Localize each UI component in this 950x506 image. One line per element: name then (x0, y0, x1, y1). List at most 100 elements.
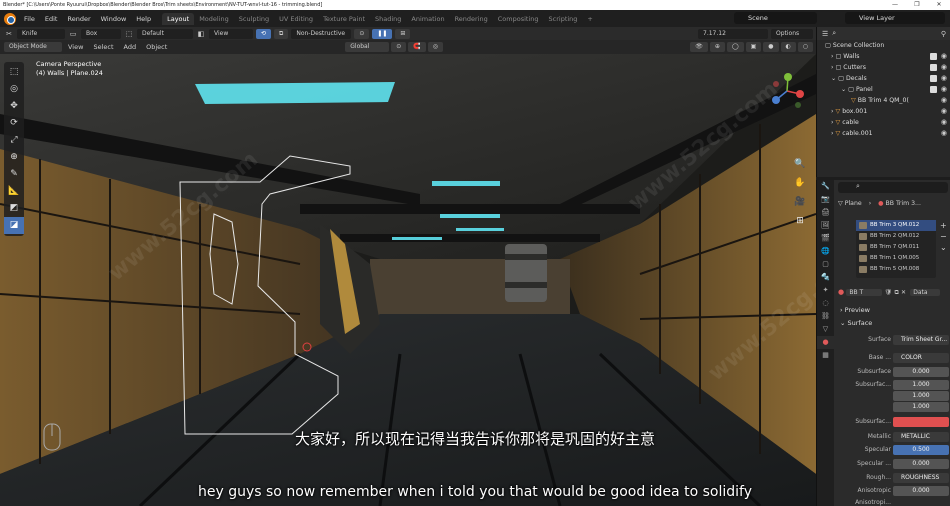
slot-menu-icon[interactable]: ⌄ (940, 242, 947, 253)
collection-checkbox[interactable] (930, 53, 937, 60)
collection-checkbox[interactable] (930, 75, 937, 82)
metallic-field[interactable]: METALLIC (893, 432, 949, 442)
modifier-tab-icon[interactable]: 🔩 (817, 271, 834, 284)
scale-icon[interactable]: ⤢ (4, 132, 24, 149)
tab-rendering[interactable]: Rendering (450, 13, 493, 25)
tab-shading[interactable]: Shading (370, 13, 406, 25)
menu-select[interactable]: Select (89, 43, 117, 51)
data-tab-icon[interactable]: ▽ (817, 323, 834, 336)
outliner-editor-icon[interactable]: ☰ (822, 30, 828, 38)
outliner-row[interactable]: ⌄ ▢ Panel ◉ (817, 84, 950, 95)
pan-hand-icon[interactable]: ✋ (792, 175, 808, 191)
close-button[interactable]: ✕ (928, 0, 950, 10)
proportional-edit-button[interactable]: ◎ (427, 42, 444, 52)
material-slot[interactable]: BB Trim 5 QM.008 (856, 264, 936, 275)
menu-view[interactable]: View (64, 43, 87, 51)
output-tab-icon[interactable]: 🖨 (817, 206, 834, 219)
pivot-button[interactable]: ⊙ (354, 28, 370, 39)
view-layer-selector[interactable]: View Layer (845, 12, 945, 24)
world-tab-icon[interactable]: 🌐 (817, 245, 834, 258)
duplicate-icon[interactable]: ⧉ (894, 289, 898, 296)
cursor-icon[interactable]: ◎ (4, 81, 24, 98)
outliner-row[interactable]: ▽ BB Trim 4 QM_0( ◉ (817, 95, 950, 106)
remove-slot-button[interactable]: − (940, 231, 947, 242)
eye-icon[interactable]: ◉ (941, 128, 947, 139)
select-box-icon[interactable]: ⬚ (4, 64, 24, 81)
transform-icon[interactable]: ⊕ (4, 149, 24, 166)
gizmo-button[interactable]: ⊕ (709, 42, 725, 52)
filter-icon[interactable]: ⚲ (941, 30, 946, 38)
material-slot[interactable]: BB Trim 1 QM.005 (856, 253, 936, 264)
subsurface-radius-x[interactable]: 1.000 (893, 380, 949, 390)
material-slot[interactable]: BB Trim 3 QM.012 (856, 220, 936, 231)
outliner-row[interactable]: › ▽ box.001 ◉ (817, 106, 950, 117)
tab-compositing[interactable]: Compositing (493, 13, 544, 25)
material-slot-list[interactable]: BB Trim 3 QM.012 BB Trim 2 QM.012 BB Tri… (856, 220, 936, 278)
menu-help[interactable]: Help (131, 15, 156, 23)
material-tab-icon[interactable]: ● (817, 336, 834, 349)
tab-texture-paint[interactable]: Texture Paint (318, 13, 370, 25)
fake-user-icon[interactable]: 🛡 (885, 289, 893, 296)
visibility-button[interactable]: 👁 (690, 42, 708, 52)
add-workspace-button[interactable]: + (582, 13, 597, 25)
eye-icon[interactable]: ◉ (941, 73, 947, 84)
measure-icon[interactable]: 📐 (4, 183, 24, 200)
search-icon[interactable]: ⌕ (832, 29, 836, 38)
render-tab-icon[interactable]: 📷 (817, 193, 834, 206)
properties-search[interactable]: ⌕ (838, 182, 948, 193)
view-selector[interactable]: View (209, 28, 253, 39)
texture-tab-icon[interactable]: ▦ (817, 349, 834, 362)
camera-icon[interactable]: 🎥 (792, 194, 808, 210)
menu-object[interactable]: Object (142, 43, 171, 51)
shading-solid-button[interactable]: ● (763, 42, 779, 52)
material-browse-icon[interactable]: ● (838, 288, 844, 296)
navigation-gizmo[interactable] (768, 72, 806, 110)
maximize-button[interactable]: ❐ (906, 0, 928, 10)
move-icon[interactable]: ✥ (4, 98, 24, 115)
scene-selector[interactable]: Scene (734, 12, 817, 24)
orientation-selector[interactable]: Global (345, 42, 390, 52)
snap-button[interactable]: ⟲ (256, 28, 272, 39)
tab-sculpting[interactable]: Sculpting (234, 13, 274, 25)
tab-layout[interactable]: Layout (162, 12, 195, 25)
pivot-point-button[interactable]: ⊙ (391, 42, 407, 52)
options-menu[interactable]: Options (771, 28, 813, 39)
minimize-button[interactable]: — (884, 0, 906, 10)
tool-name[interactable]: Knife (17, 28, 65, 39)
pause-button[interactable]: ❚❚ (372, 28, 393, 39)
material-slot[interactable]: BB Trim 7 QM.011 (856, 242, 936, 253)
outliner-row[interactable]: ⌄ ▢ Decals ◉ (817, 73, 950, 84)
scene-tab-icon[interactable]: 🎬 (817, 232, 834, 245)
base-color-field[interactable]: COLOR (893, 353, 949, 363)
snap-toggle[interactable]: 🧲 (408, 42, 426, 52)
mirror-button[interactable]: ⧉ (274, 28, 289, 39)
grid-view-icon[interactable]: ⊞ (792, 213, 808, 229)
overlays-button[interactable]: ◯ (726, 42, 744, 52)
tab-scripting[interactable]: Scripting (544, 13, 583, 25)
collection-checkbox[interactable] (930, 86, 937, 93)
shading-rendered-button[interactable]: ○ (797, 42, 813, 52)
shape-selector[interactable]: Box (81, 28, 121, 39)
menu-edit[interactable]: Edit (40, 15, 63, 23)
physics-tab-icon[interactable]: ◌ (817, 297, 834, 310)
mode-selector[interactable]: Object Mode (4, 42, 62, 52)
specular-tint-field[interactable]: 0.000 (893, 459, 949, 469)
shading-material-button[interactable]: ◐ (780, 42, 796, 52)
menu-render[interactable]: Render (62, 15, 95, 23)
outliner-row[interactable]: › ▢ Walls ◉ (817, 51, 950, 62)
xray-button[interactable]: ▣ (745, 42, 762, 52)
add-slot-button[interactable]: + (940, 220, 947, 231)
constraints-tab-icon[interactable]: ⛓ (817, 310, 834, 323)
specular-field[interactable]: 0.500 (893, 445, 949, 455)
eye-icon[interactable]: ◉ (941, 84, 947, 95)
roughness-field[interactable]: ROUGHNESS (893, 473, 949, 483)
eye-icon[interactable]: ◉ (941, 117, 947, 128)
particles-tab-icon[interactable]: ✦ (817, 284, 834, 297)
eye-icon[interactable]: ◉ (941, 106, 947, 117)
grid-button[interactable]: ⊞ (395, 28, 411, 39)
outliner-row[interactable]: › ▢ Cutters ◉ (817, 62, 950, 73)
subsurface-radius-y[interactable]: 1.000 (893, 391, 949, 401)
surface-section[interactable]: ⌄ Surface (840, 319, 872, 327)
subsurface-color-swatch[interactable] (893, 417, 949, 427)
preview-section[interactable]: › Preview (840, 306, 870, 314)
